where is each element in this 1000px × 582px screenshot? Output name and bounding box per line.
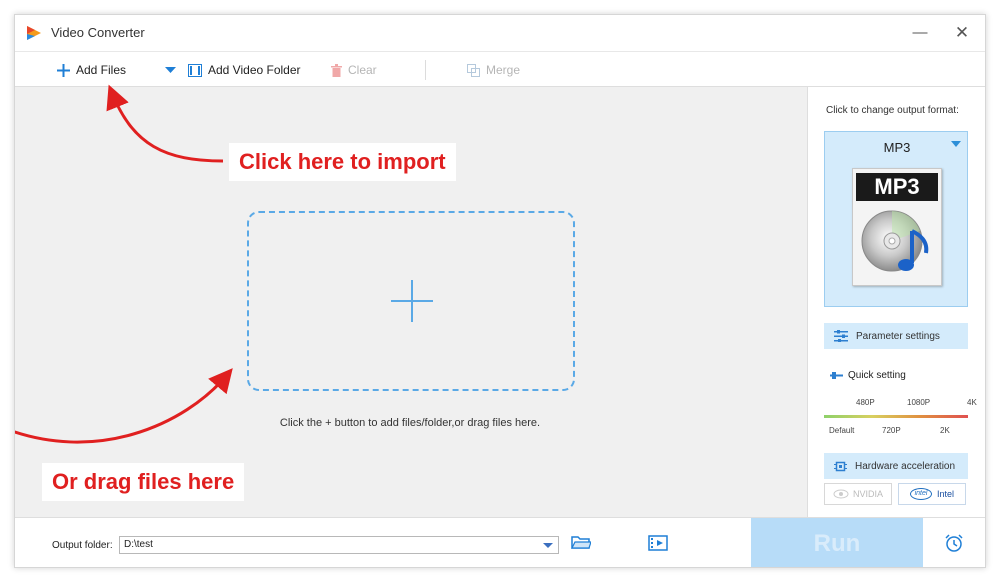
sliders-icon (834, 330, 848, 342)
app-logo-icon (27, 26, 41, 40)
alarm-clock-icon (944, 533, 964, 558)
add-files-button[interactable]: Add Files (57, 52, 126, 88)
hardware-acceleration-button[interactable]: Hardware acceleration (824, 453, 968, 479)
open-output-video-button[interactable] (647, 534, 669, 556)
window-title: Video Converter (51, 25, 145, 40)
dropzone-hint: Click the + button to add files/folder,o… (279, 417, 541, 429)
toolbar-separator (425, 60, 426, 80)
quality-label-480p: 480P (856, 398, 875, 407)
run-button[interactable]: Run (751, 518, 923, 567)
merge-icon (467, 63, 480, 77)
nvidia-eye-icon (833, 489, 849, 499)
quick-setting-heading: Quick setting (830, 370, 906, 381)
app-window: Video Converter — ✕ Add Files Add Video … (14, 14, 986, 568)
file-list-area[interactable]: Click the + button to add files/folder,o… (15, 87, 805, 517)
intel-label: Intel (936, 489, 954, 499)
browse-folder-button[interactable] (570, 534, 592, 556)
callout-drag: Or drag files here (42, 463, 245, 501)
quality-label-1080p: 1080P (907, 398, 931, 407)
quality-label-4k: 4K (967, 398, 977, 407)
toolbar: Add Files Add Video Folder Clear Merge (15, 51, 985, 87)
quality-label-2k: 2K (940, 426, 950, 435)
nvidia-toggle[interactable]: NVIDIA (824, 483, 892, 505)
video-file-icon (648, 534, 668, 556)
intel-toggle[interactable]: intel Intel (898, 483, 966, 505)
trash-icon (331, 63, 342, 77)
add-files-dropzone[interactable] (247, 211, 575, 391)
merge-button[interactable]: Merge (467, 52, 520, 88)
schedule-alarm-button[interactable] (943, 533, 965, 558)
plus-icon (57, 63, 70, 77)
output-format-panel: Click to change output format: MP3 MP3 P… (807, 87, 985, 517)
title-bar: Video Converter — ✕ (15, 15, 985, 51)
folder-icon (571, 535, 592, 555)
output-format-selector[interactable]: MP3 MP3 (824, 131, 968, 307)
add-video-folder-button[interactable]: Add Video Folder (188, 52, 301, 88)
callout-import: Click here to import (229, 143, 456, 181)
nvidia-label: NVIDIA (852, 489, 883, 499)
bottom-bar: Output folder: D:\test Run (15, 517, 985, 567)
clear-label: Clear (348, 63, 377, 77)
quality-slider[interactable] (824, 415, 968, 418)
parameter-settings-label: Parameter settings (856, 330, 940, 342)
mp3-format-icon: MP3 (852, 168, 942, 286)
add-files-label: Add Files (76, 63, 127, 77)
add-files-dropdown[interactable] (165, 52, 176, 88)
output-format-name: MP3 (883, 140, 911, 155)
mp3-icon-label: MP3 (856, 173, 938, 201)
quality-label-default: Default (829, 426, 855, 435)
intel-logo-icon: intel (909, 488, 932, 500)
output-folder-field[interactable]: D:\test (119, 536, 559, 554)
add-video-folder-label: Add Video Folder (208, 63, 301, 77)
output-format-label: Click to change output format: (826, 105, 959, 116)
format-dropdown-icon (951, 141, 961, 147)
output-folder-label: Output folder: (52, 540, 113, 551)
clear-button[interactable]: Clear (331, 52, 377, 88)
plus-icon-vertical (411, 280, 413, 322)
quick-setting-label: Quick setting (848, 370, 906, 381)
film-folder-icon (188, 63, 202, 77)
quality-label-720p: 720P (882, 426, 901, 435)
minimize-icon[interactable]: — (911, 24, 929, 42)
parameter-settings-button[interactable]: Parameter settings (824, 323, 968, 349)
chevron-down-icon (165, 63, 176, 77)
slider-icon (830, 372, 843, 379)
hardware-acceleration-label: Hardware acceleration (855, 460, 956, 472)
chip-icon (834, 460, 847, 473)
output-folder-dropdown-icon[interactable] (543, 543, 553, 548)
cd-music-icon (861, 210, 929, 272)
merge-label: Merge (486, 63, 521, 77)
close-icon[interactable]: ✕ (953, 24, 971, 42)
